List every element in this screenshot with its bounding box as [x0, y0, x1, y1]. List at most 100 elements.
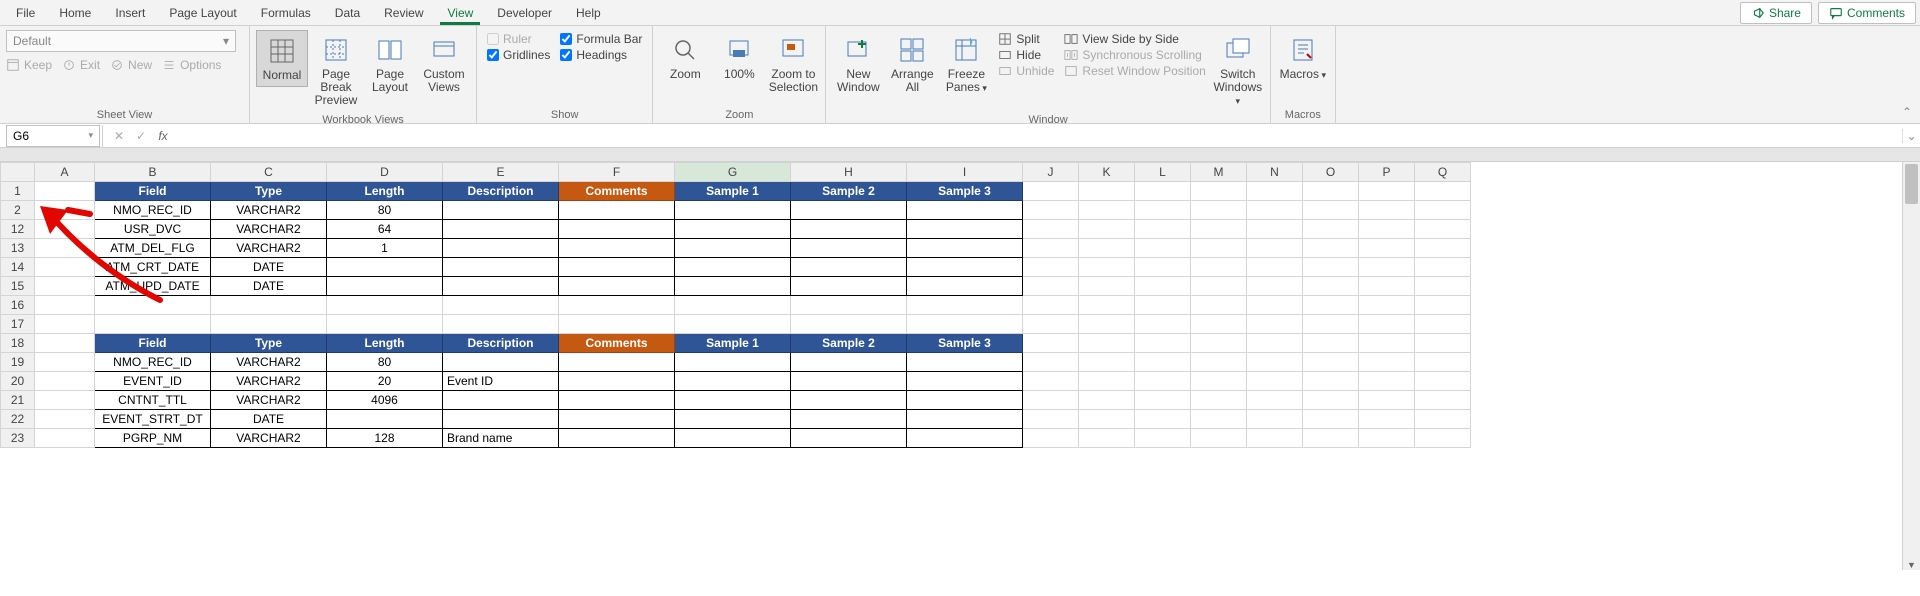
menu-data[interactable]: Data [323, 2, 372, 24]
cell-C21[interactable]: VARCHAR2 [211, 391, 327, 410]
cell-I22[interactable] [907, 410, 1023, 429]
cell-C20[interactable]: VARCHAR2 [211, 372, 327, 391]
cell-A16[interactable] [35, 296, 95, 315]
col-header-K[interactable]: K [1079, 163, 1135, 182]
cell-J19[interactable] [1023, 353, 1079, 372]
cell-O22[interactable] [1303, 410, 1359, 429]
cell-B13[interactable]: ATM_DEL_FLG [95, 239, 211, 258]
cell-M16[interactable] [1191, 296, 1247, 315]
cell-A2[interactable] [35, 201, 95, 220]
cell-L16[interactable] [1135, 296, 1191, 315]
cell-J2[interactable] [1023, 201, 1079, 220]
zoom-button[interactable]: Zoom [659, 30, 711, 85]
col-header-A[interactable]: A [35, 163, 95, 182]
formula-input[interactable] [174, 125, 1902, 147]
cell-F21[interactable] [559, 391, 675, 410]
cell-Q21[interactable] [1415, 391, 1471, 410]
col-header-M[interactable]: M [1191, 163, 1247, 182]
cell-P19[interactable] [1359, 353, 1415, 372]
cell-B12[interactable]: USR_DVC [95, 220, 211, 239]
cell-E15[interactable] [443, 277, 559, 296]
cell-F22[interactable] [559, 410, 675, 429]
cell-M23[interactable] [1191, 429, 1247, 448]
cell-I14[interactable] [907, 258, 1023, 277]
cell-F16[interactable] [559, 296, 675, 315]
cell-D2[interactable]: 80 [327, 201, 443, 220]
cell-G2[interactable] [675, 201, 791, 220]
cell-J13[interactable] [1023, 239, 1079, 258]
cell-D14[interactable] [327, 258, 443, 277]
cell-M12[interactable] [1191, 220, 1247, 239]
menu-file[interactable]: File [4, 2, 47, 24]
cell-N22[interactable] [1247, 410, 1303, 429]
cell-Q17[interactable] [1415, 315, 1471, 334]
cell-M2[interactable] [1191, 201, 1247, 220]
cell-G19[interactable] [675, 353, 791, 372]
cell-C23[interactable]: VARCHAR2 [211, 429, 327, 448]
menu-developer[interactable]: Developer [485, 2, 564, 24]
headings-checkbox[interactable]: Headings [560, 48, 642, 62]
cell-J22[interactable] [1023, 410, 1079, 429]
gridlines-checkbox[interactable]: Gridlines [487, 48, 550, 62]
cell-O13[interactable] [1303, 239, 1359, 258]
cell-H12[interactable] [791, 220, 907, 239]
select-all-corner[interactable] [1, 163, 35, 182]
cell-I1[interactable]: Sample 3 [907, 182, 1023, 201]
col-header-J[interactable]: J [1023, 163, 1079, 182]
cell-F14[interactable] [559, 258, 675, 277]
cell-A17[interactable] [35, 315, 95, 334]
cell-A15[interactable] [35, 277, 95, 296]
cell-C15[interactable]: DATE [211, 277, 327, 296]
name-box[interactable]: G6 [6, 125, 100, 147]
cell-C2[interactable]: VARCHAR2 [211, 201, 327, 220]
cell-P18[interactable] [1359, 334, 1415, 353]
row-header-21[interactable]: 21 [1, 391, 35, 410]
cell-H2[interactable] [791, 201, 907, 220]
cell-M1[interactable] [1191, 182, 1247, 201]
cell-F1[interactable]: Comments [559, 182, 675, 201]
menu-home[interactable]: Home [47, 2, 103, 24]
cell-Q1[interactable] [1415, 182, 1471, 201]
cell-D22[interactable] [327, 410, 443, 429]
cell-B16[interactable] [95, 296, 211, 315]
cell-N2[interactable] [1247, 201, 1303, 220]
cell-P13[interactable] [1359, 239, 1415, 258]
cell-H14[interactable] [791, 258, 907, 277]
cell-I2[interactable] [907, 201, 1023, 220]
cell-C13[interactable]: VARCHAR2 [211, 239, 327, 258]
cell-P21[interactable] [1359, 391, 1415, 410]
cell-C18[interactable]: Type [211, 334, 327, 353]
cell-J17[interactable] [1023, 315, 1079, 334]
cell-O23[interactable] [1303, 429, 1359, 448]
cell-N17[interactable] [1247, 315, 1303, 334]
cell-I20[interactable] [907, 372, 1023, 391]
row-header-13[interactable]: 13 [1, 239, 35, 258]
cell-F12[interactable] [559, 220, 675, 239]
cell-L12[interactable] [1135, 220, 1191, 239]
cell-G15[interactable] [675, 277, 791, 296]
cell-D15[interactable] [327, 277, 443, 296]
col-header-I[interactable]: I [907, 163, 1023, 182]
cell-G23[interactable] [675, 429, 791, 448]
row-header-23[interactable]: 23 [1, 429, 35, 448]
cell-Q23[interactable] [1415, 429, 1471, 448]
col-header-B[interactable]: B [95, 163, 211, 182]
cell-J21[interactable] [1023, 391, 1079, 410]
cell-J1[interactable] [1023, 182, 1079, 201]
col-header-N[interactable]: N [1247, 163, 1303, 182]
cell-I23[interactable] [907, 429, 1023, 448]
menu-review[interactable]: Review [372, 2, 435, 24]
zoom-selection-button[interactable]: Zoom to Selection [767, 30, 819, 98]
menu-view[interactable]: View [436, 2, 486, 24]
cell-D16[interactable] [327, 296, 443, 315]
row-header-18[interactable]: 18 [1, 334, 35, 353]
cell-G1[interactable]: Sample 1 [675, 182, 791, 201]
cell-C22[interactable]: DATE [211, 410, 327, 429]
cell-B21[interactable]: CNTNT_TTL [95, 391, 211, 410]
cell-H16[interactable] [791, 296, 907, 315]
cell-A18[interactable] [35, 334, 95, 353]
comments-button[interactable]: Comments [1818, 2, 1916, 24]
cell-N15[interactable] [1247, 277, 1303, 296]
cell-H17[interactable] [791, 315, 907, 334]
cell-N23[interactable] [1247, 429, 1303, 448]
